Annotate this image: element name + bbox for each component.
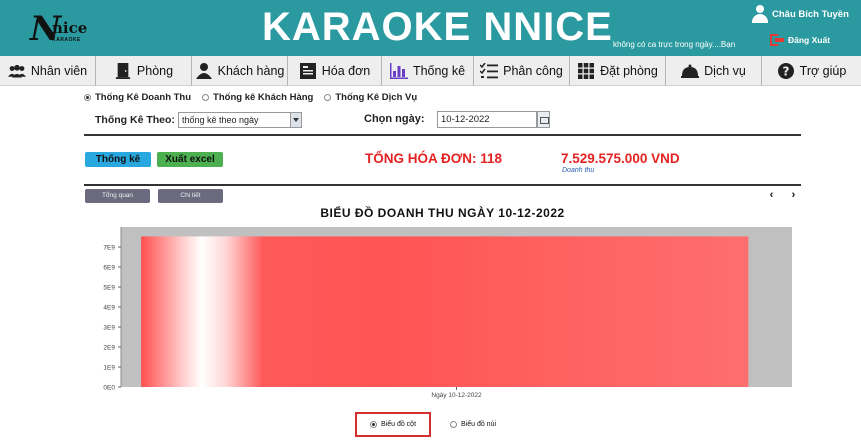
y-tick-label: 4E9 bbox=[103, 305, 115, 312]
app-window: N nice KARAOKE KARAOKE NNICE Châu Bích T… bbox=[0, 0, 861, 445]
y-axis: 0E0 1E9 2E9 3E9 4E9 5E9 6E9 7E9 bbox=[103, 227, 122, 392]
tab-detail[interactable]: Chi tiết bbox=[158, 189, 223, 203]
menu-item-khach-hang[interactable]: Khách hàng bbox=[192, 56, 288, 86]
prev-icon[interactable]: ‹ bbox=[764, 188, 779, 203]
user-icon bbox=[752, 5, 768, 23]
customer-icon bbox=[195, 63, 212, 79]
y-tick-label: 7E9 bbox=[103, 245, 115, 252]
radio-dot bbox=[369, 421, 377, 428]
menu-label: Khách hàng bbox=[217, 64, 285, 78]
menu-label: Phân công bbox=[503, 64, 563, 78]
menu-label: Trợ giúp bbox=[799, 64, 847, 78]
calendar-icon[interactable] bbox=[537, 111, 550, 128]
radio-dot bbox=[450, 421, 457, 428]
menu-label: Phòng bbox=[136, 64, 174, 78]
logout-button[interactable]: Đăng Xuất bbox=[770, 34, 830, 46]
logout-icon bbox=[770, 34, 784, 46]
users-icon bbox=[7, 64, 26, 78]
menu-label: Thống kê bbox=[412, 64, 466, 78]
menu-label: Dịch vụ bbox=[704, 64, 746, 78]
help-icon: ? bbox=[777, 63, 794, 79]
menu-item-phan-cong[interactable]: Phân công bbox=[474, 56, 570, 86]
date-input[interactable]: 10-12-2022 bbox=[437, 111, 537, 128]
revenue-total: 7.529.575.000 VND bbox=[561, 151, 680, 166]
bar-chart-icon bbox=[389, 63, 408, 79]
radio-bar-chart[interactable]: Biểu đồ cột bbox=[355, 412, 431, 437]
radio-dot bbox=[84, 94, 91, 101]
revenue-label: Doanh thu bbox=[562, 167, 595, 174]
task-list-icon bbox=[480, 63, 499, 79]
invoice-icon bbox=[299, 63, 316, 79]
filter-select[interactable]: thống kê theo ngày bbox=[178, 112, 302, 128]
y-tick-label: 0E0 bbox=[103, 385, 115, 392]
radio-area-chart[interactable]: Biểu đồ núi bbox=[450, 421, 496, 428]
menu-label: Hóa đơn bbox=[321, 64, 371, 78]
stat-button[interactable]: Thống kê bbox=[85, 152, 151, 167]
radio-customer-stat[interactable]: Thống kê Khách Hàng bbox=[202, 92, 313, 103]
revenue-chart: 0E0 1E9 2E9 3E9 4E9 5E9 6E9 7E9 Ngày 10-12-2022… bbox=[84, 206, 801, 403]
y-tick-label: 2E9 bbox=[103, 345, 115, 352]
tab-overview[interactable]: Tổng quan bbox=[85, 189, 150, 203]
header-bar: N nice KARAOKE KARAOKE NNICE Châu Bích T… bbox=[0, 0, 861, 56]
divider bbox=[84, 184, 801, 186]
chart-bar bbox=[141, 236, 749, 387]
y-tick-label: 1E9 bbox=[103, 365, 115, 372]
user-name: Châu Bích Tuyền bbox=[772, 8, 849, 20]
app-title: KARAOKE NNICE bbox=[262, 5, 613, 49]
svg-text:?: ? bbox=[782, 65, 789, 79]
radio-label: Thống kê Khách Hàng bbox=[213, 92, 314, 103]
export-excel-button[interactable]: Xuất excel bbox=[157, 152, 223, 167]
x-tick-label: Ngày 10-12-2022 bbox=[431, 392, 482, 399]
radio-label: Biểu đồ cột bbox=[380, 421, 417, 428]
stat-type-group: Thống Kê Doanh Thu Thống kê Khách Hàng T… bbox=[84, 92, 417, 103]
radio-label: Thống Kê Dịch Vụ bbox=[335, 92, 418, 103]
menu-item-nhan-vien[interactable]: Nhân viên bbox=[0, 56, 96, 86]
main-menu: Nhân viên Phòng Khách hàng Hóa đơn Thống… bbox=[0, 56, 861, 86]
menu-item-dich-vu[interactable]: Dịch vụ bbox=[666, 56, 762, 86]
menu-item-hoa-don[interactable]: Hóa đơn bbox=[288, 56, 382, 86]
menu-item-dat-phong[interactable]: Đặt phòng bbox=[570, 56, 666, 86]
menu-item-tro-giup[interactable]: ? Trợ giúp bbox=[762, 56, 861, 86]
service-bell-icon bbox=[681, 64, 700, 78]
app-logo: N nice KARAOKE bbox=[28, 9, 87, 49]
divider bbox=[84, 134, 801, 136]
radio-service-stat[interactable]: Thống Kê Dịch Vụ bbox=[324, 92, 417, 103]
grid-icon bbox=[578, 63, 595, 79]
radio-dot bbox=[324, 94, 332, 101]
filter-label: Thống Kê Theo: bbox=[95, 114, 175, 126]
menu-label: Đặt phòng bbox=[600, 64, 658, 78]
logo-text: nice bbox=[52, 19, 88, 37]
radio-dot bbox=[202, 94, 210, 101]
filter-select-value: thống kê theo ngày bbox=[182, 115, 259, 125]
door-icon bbox=[115, 63, 131, 79]
user-info[interactable]: Châu Bích Tuyền bbox=[752, 5, 849, 23]
bars bbox=[141, 236, 749, 387]
chart-title: BIỂU ĐỒ DOANH THU NGÀY 10-12-2022 bbox=[320, 206, 565, 220]
menu-item-phong[interactable]: Phòng bbox=[96, 56, 192, 86]
total-invoices: TỔNG HÓA ĐƠN: 118 bbox=[365, 151, 503, 166]
radio-label: Thống Kê Doanh Thu bbox=[95, 92, 192, 103]
next-icon[interactable]: › bbox=[786, 188, 801, 203]
logout-label: Đăng Xuất bbox=[788, 35, 831, 45]
logo-subtext: KARAOKE bbox=[52, 37, 81, 43]
y-tick-label: 3E9 bbox=[103, 325, 115, 332]
x-axis: Ngày 10-12-2022 bbox=[431, 387, 482, 399]
date-label: Chọn ngày: bbox=[364, 113, 425, 125]
radio-label: Biểu đồ núi bbox=[461, 421, 497, 428]
menu-item-thong-ke[interactable]: Thống kê bbox=[382, 56, 474, 86]
chevron-down-icon[interactable] bbox=[290, 113, 301, 127]
chart-canvas: 0E0 1E9 2E9 3E9 4E9 5E9 6E9 7E9 Ngày 10-12-2022 bbox=[103, 227, 792, 399]
y-tick-label: 5E9 bbox=[103, 285, 115, 292]
radio-revenue-stat[interactable]: Thống Kê Doanh Thu bbox=[84, 92, 191, 103]
shift-notice: không có ca trực trong ngày....Bạn bbox=[613, 40, 736, 49]
y-tick-label: 6E9 bbox=[103, 265, 115, 272]
menu-label: Nhân viên bbox=[30, 64, 88, 78]
